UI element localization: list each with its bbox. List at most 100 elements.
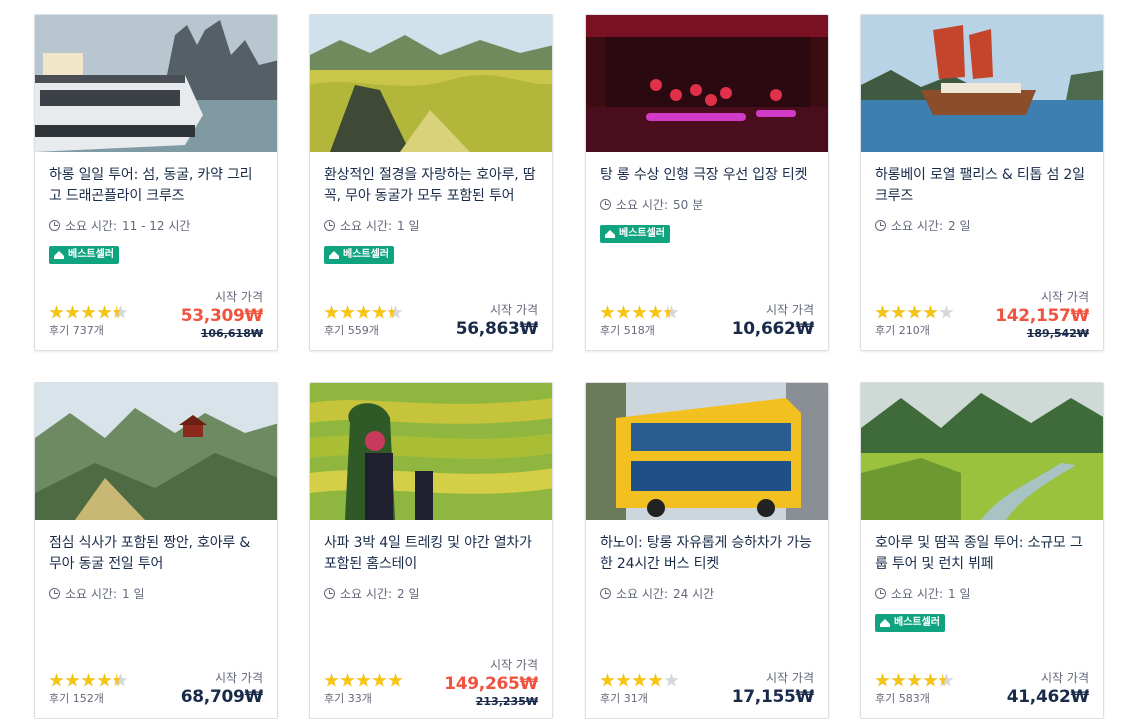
tour-image[interactable] (586, 15, 828, 152)
rating-star-icon (664, 305, 679, 320)
rating-star-icon (81, 673, 96, 688)
card-footer: 후기 210개 시작 가격 142,157₩ 189,542₩ (875, 280, 1089, 340)
card-footer: 후기 31개 시작 가격 17,155₩ (600, 648, 814, 708)
price-box: 시작 가격 10,662₩ (731, 302, 815, 340)
from-price-label: 시작 가격 (766, 671, 814, 685)
price-value: 10,662₩ (731, 319, 815, 339)
card-footer: 후기 518개 시작 가격 10,662₩ (600, 280, 814, 340)
clock-icon (875, 220, 886, 231)
duration-row: 소요 시간: 1 일 (49, 585, 263, 602)
duration-label: 소요 시간: (65, 219, 118, 233)
price-box: 시작 가격 56,863₩ (456, 302, 539, 340)
tour-image[interactable] (861, 383, 1103, 520)
price-value: 68,709₩ (180, 687, 264, 707)
tour-card[interactable]: 하롱 일일 투어: 섬, 동굴, 카약 그리고 드래곤플라이 크루즈 소요 시간… (34, 14, 278, 351)
clock-icon (324, 588, 335, 599)
duration-row: 소요 시간: 1 일 (875, 585, 1089, 602)
rating-stars (324, 673, 403, 688)
tour-card[interactable]: 하노이: 탕롱 자유롭게 승하차가 가능한 24시간 버스 티켓 소요 시간: … (585, 382, 829, 719)
river-valley-image (861, 383, 1103, 520)
price-value: 17,155₩ (731, 687, 815, 707)
rating-stars (600, 673, 679, 688)
review-count: 후기 31개 (600, 692, 648, 705)
tour-card[interactable]: 하롱베이 로열 팰리스 & 티톱 섬 2일 크루즈 소요 시간: 2 일 후기 … (860, 14, 1104, 351)
tour-image[interactable] (35, 15, 277, 152)
tour-card[interactable]: 환상적인 절경을 자랑하는 호아루, 땀꼭, 무아 동굴가 모두 포함된 투어 … (309, 14, 553, 351)
price-box: 시작 가격 17,155₩ (731, 670, 815, 708)
price-box: 시작 가격 68,709₩ (180, 670, 264, 708)
clock-icon (49, 220, 60, 231)
tour-card[interactable]: 사파 3박 4일 트레킹 및 야간 열차가 포함된 홈스테이 소요 시간: 2 … (309, 382, 553, 719)
rating-star-icon (600, 305, 615, 320)
rating-stars (324, 305, 403, 320)
from-price-label: 시작 가격 (215, 290, 263, 304)
rating-star-icon (891, 673, 906, 688)
review-count: 후기 518개 (600, 324, 655, 337)
bestseller-badge: 베스트셀러 (600, 225, 670, 243)
tour-title[interactable]: 하롱베이 로열 팰리스 & 티톱 섬 2일 크루즈 (875, 165, 1089, 207)
rice-fields-mountains-image (310, 15, 552, 152)
duration-row: 소요 시간: 1 일 (324, 217, 538, 234)
rating-star-icon (388, 305, 403, 320)
clock-icon (324, 220, 335, 231)
duration-label: 소요 시간: (616, 587, 669, 601)
tour-title[interactable]: 호아루 및 땀꼭 종일 투어: 소규모 그룹 투어 및 런치 뷔페 (875, 533, 1089, 575)
duration-row: 소요 시간: 24 시간 (600, 585, 814, 602)
duration-value: 1 일 (948, 587, 971, 601)
rating-star-icon (875, 305, 890, 320)
tour-image[interactable] (586, 383, 828, 520)
rating-star-icon (664, 673, 679, 688)
tour-card[interactable]: 점심 식사가 포함된 짱안, 호아루 & 무아 동굴 전일 투어 소요 시간: … (34, 382, 278, 719)
from-price-label: 시작 가격 (490, 303, 538, 317)
tour-title[interactable]: 환상적인 절경을 자랑하는 호아루, 땀꼭, 무아 동굴가 모두 포함된 투어 (324, 165, 538, 207)
rating-star-icon (907, 673, 922, 688)
from-price-label: 시작 가격 (490, 658, 538, 672)
tour-title[interactable]: 하노이: 탕롱 자유롭게 승하차가 가능한 24시간 버스 티켓 (600, 533, 814, 575)
price-box: 시작 가격 142,157₩ 189,542₩ (995, 289, 1089, 340)
price-value: 53,309₩ (180, 306, 264, 326)
tour-image[interactable] (310, 15, 552, 152)
rating-star-icon (923, 305, 938, 320)
rating-star-icon (324, 673, 339, 688)
review-count: 후기 559개 (324, 324, 379, 337)
rice-terraces-image (310, 383, 552, 520)
crown-icon (329, 251, 339, 259)
from-price-label: 시작 가격 (766, 303, 814, 317)
tour-card[interactable]: 탕 롱 수상 인형 극장 우선 입장 티켓 소요 시간: 50 분 베스트셀러 (585, 14, 829, 351)
rating-star-icon (632, 673, 647, 688)
bestseller-label: 베스트셀러 (619, 228, 665, 239)
tour-image[interactable] (35, 383, 277, 520)
original-price: 189,542₩ (1026, 327, 1089, 340)
review-count: 후기 737개 (49, 324, 104, 337)
duration-value: 50 분 (673, 198, 704, 212)
rating-star-icon (372, 673, 387, 688)
price-box: 시작 가격 41,462₩ (1006, 670, 1090, 708)
rating-star-icon (891, 305, 906, 320)
duration-value: 1 일 (122, 587, 145, 601)
review-count: 후기 33개 (324, 692, 372, 705)
tour-title[interactable]: 하롱 일일 투어: 섬, 동굴, 카약 그리고 드래곤플라이 크루즈 (49, 165, 263, 207)
card-footer: 후기 559개 시작 가격 56,863₩ (324, 280, 538, 340)
duration-value: 2 일 (948, 219, 971, 233)
original-price: 213,235₩ (475, 695, 538, 708)
rating-star-icon (648, 305, 663, 320)
rating-star-icon (97, 305, 112, 320)
rating-star-icon (356, 673, 371, 688)
review-count: 후기 210개 (875, 324, 930, 337)
tour-title[interactable]: 점심 식사가 포함된 짱안, 호아루 & 무아 동굴 전일 투어 (49, 533, 263, 575)
crown-icon (605, 230, 615, 238)
tour-title[interactable]: 탕 롱 수상 인형 극장 우선 입장 티켓 (600, 165, 814, 186)
tour-image[interactable] (310, 383, 552, 520)
tour-title[interactable]: 사파 3박 4일 트레킹 및 야간 열차가 포함된 홈스테이 (324, 533, 538, 575)
price-value: 149,265₩ (444, 674, 538, 694)
from-price-label: 시작 가격 (1041, 671, 1089, 685)
duration-value: 24 시간 (673, 587, 715, 601)
tour-image[interactable] (861, 15, 1103, 152)
tour-card[interactable]: 호아루 및 땀꼭 종일 투어: 소규모 그룹 투어 및 런치 뷔페 소요 시간:… (860, 382, 1104, 719)
rating-star-icon (923, 673, 938, 688)
review-count: 후기 583개 (875, 692, 930, 705)
water-puppet-stage-image (586, 15, 828, 152)
rating-stars (600, 305, 679, 320)
price-value: 41,462₩ (1006, 687, 1090, 707)
bestseller-label: 베스트셀러 (894, 617, 940, 628)
